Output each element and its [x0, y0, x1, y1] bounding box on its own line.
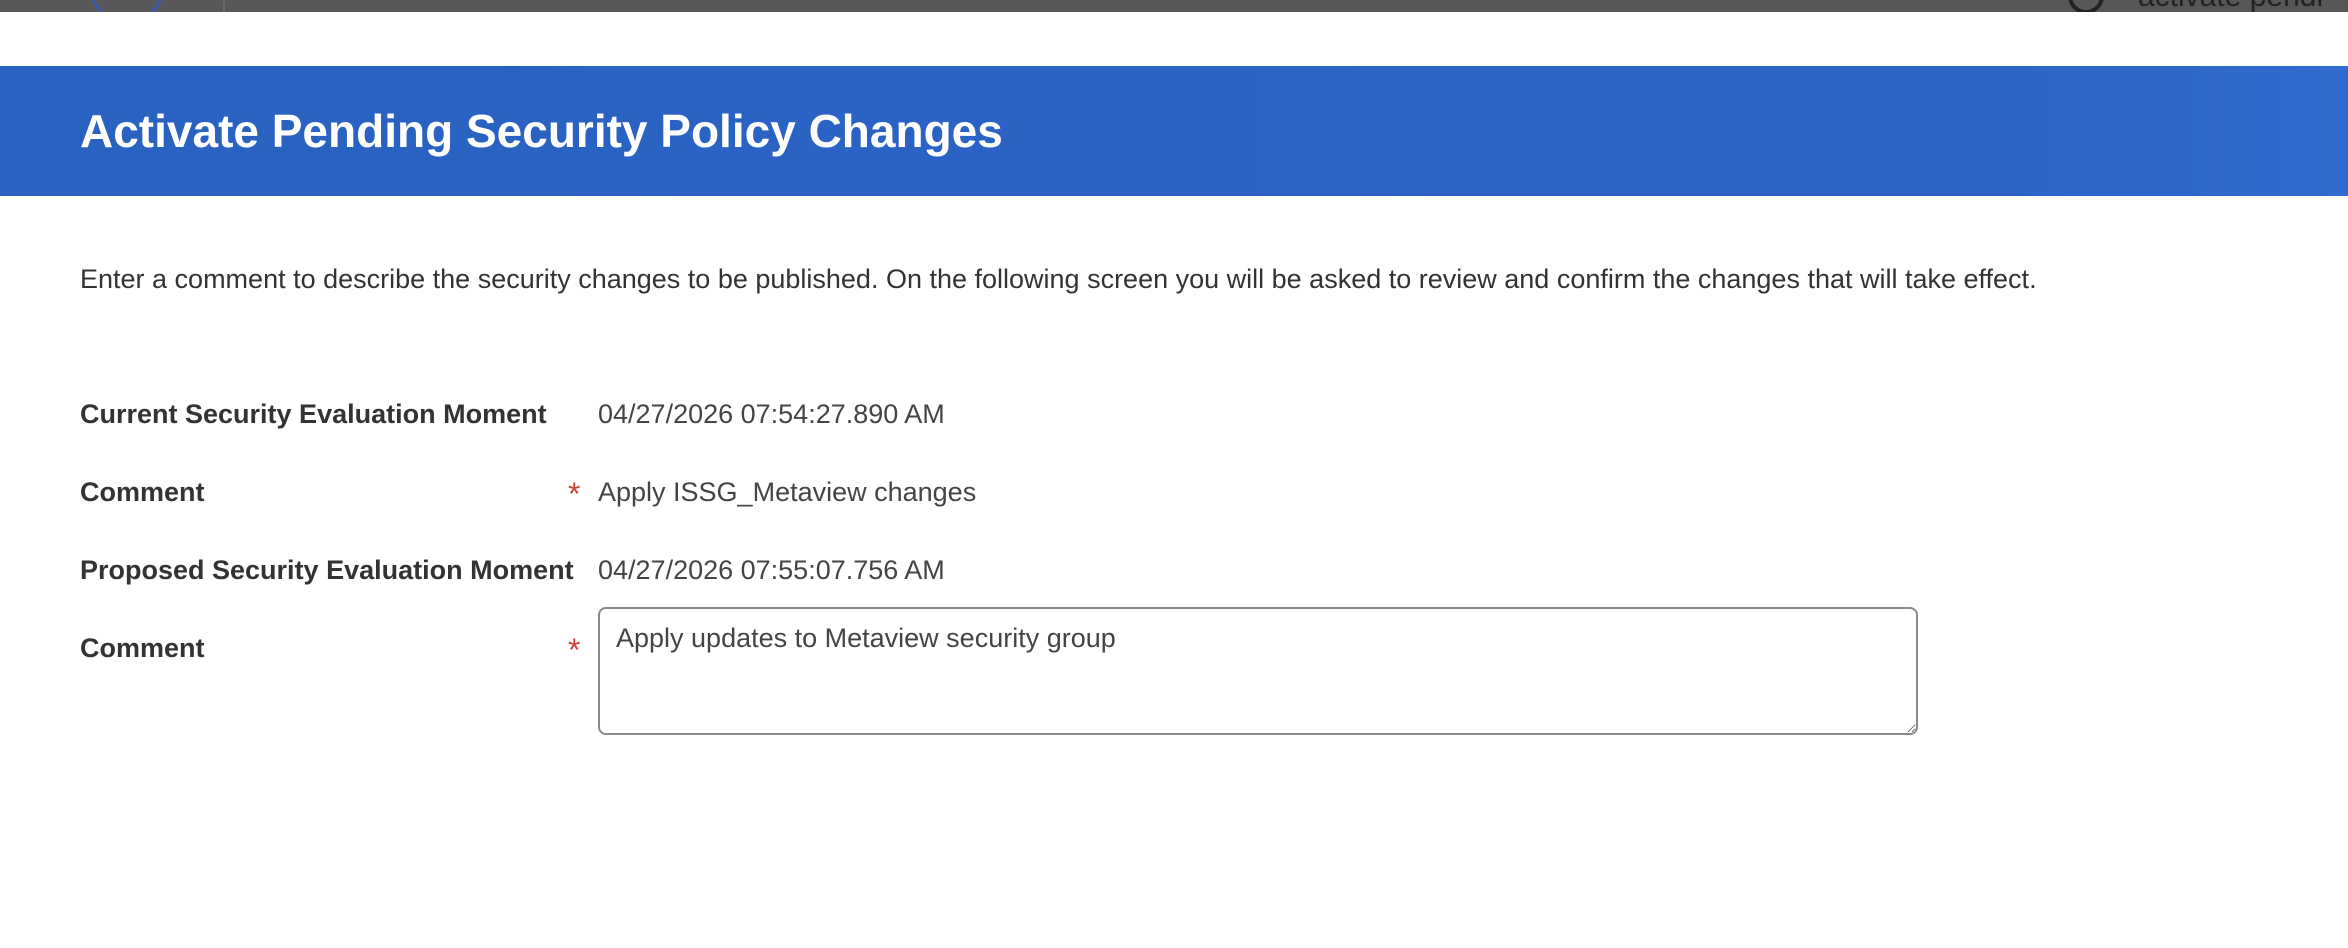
proposed-moment-value: 04/27/2026 07:55:07.756 AM [598, 555, 945, 585]
previous-comment-value: Apply ISSG_Metaview changes [598, 477, 977, 507]
comment-textarea[interactable]: Apply updates to Metaview security group [598, 607, 1918, 735]
proposed-moment-label: Proposed Security Evaluation Moment [80, 555, 574, 585]
required-icon: * [568, 632, 581, 668]
app-logo-icon[interactable] [90, 0, 164, 12]
app-top-bar: activate pendi [0, 0, 2348, 12]
new-comment-label: Comment [80, 633, 205, 663]
required-icon: * [568, 476, 581, 512]
current-moment-label: Current Security Evaluation Moment [80, 399, 547, 429]
global-search-input[interactable]: activate pendi [2138, 0, 2323, 12]
field-row-previous-comment: Comment * Apply ISSG_Metaview changes [80, 470, 2280, 514]
search-icon[interactable] [2068, 0, 2104, 12]
dialog-header: Activate Pending Security Policy Changes [0, 66, 2348, 196]
field-row-current-moment: Current Security Evaluation Moment 04/27… [80, 392, 2280, 436]
comment-textarea-wrapper: Apply updates to Metaview security group [598, 607, 1918, 735]
field-row-proposed-moment: Proposed Security Evaluation Moment 04/2… [80, 548, 2280, 592]
previous-comment-label: Comment [80, 477, 205, 507]
current-moment-value: 04/27/2026 07:54:27.890 AM [598, 399, 945, 429]
dialog-title: Activate Pending Security Policy Changes [80, 105, 1003, 157]
top-bar-divider [223, 0, 225, 12]
dialog-instructions: Enter a comment to describe the security… [80, 264, 2037, 294]
